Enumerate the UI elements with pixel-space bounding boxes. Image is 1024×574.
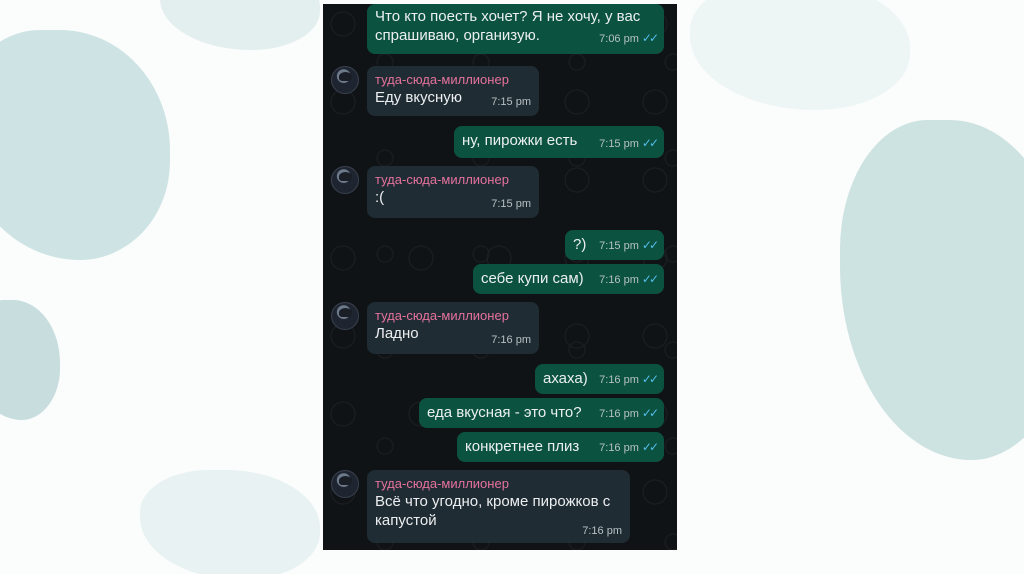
message-text: себе купи сам)	[481, 270, 584, 287]
message-time: 7:06 pm	[599, 33, 639, 45]
double-check-icon: ✓✓	[641, 440, 659, 454]
background-paint-left-lower	[0, 300, 60, 420]
sender-avatar[interactable]	[331, 302, 359, 330]
message-incoming[interactable]: туда-сюда-миллионер :( 7:15 pm	[367, 166, 539, 218]
message-text: :(	[375, 189, 385, 206]
message-outgoing[interactable]: ахаха) 7:16 pm ✓✓	[535, 364, 664, 394]
message-text: Всё что угодно, кроме пирожков с капусто…	[375, 493, 611, 529]
background-paint-left-top	[160, 0, 320, 50]
sender-avatar[interactable]	[331, 166, 359, 194]
message-text: ахаха)	[543, 370, 588, 387]
message-time: 7:15 pm	[491, 96, 531, 108]
double-check-icon: ✓✓	[641, 272, 659, 286]
message-time: 7:15 pm	[599, 240, 639, 252]
sender-name[interactable]: туда-сюда-миллионер	[375, 307, 531, 324]
double-check-icon: ✓✓	[641, 406, 659, 420]
sender-name[interactable]: туда-сюда-миллионер	[375, 475, 622, 492]
double-check-icon: ✓✓	[641, 31, 659, 45]
message-outgoing[interactable]: себе купи сам) 7:16 pm ✓✓	[473, 264, 664, 294]
message-text: еда вкусная - это что?	[427, 404, 582, 421]
background-paint-right	[840, 120, 1024, 460]
sender-avatar[interactable]	[331, 66, 359, 94]
message-meta: 7:16 pm ✓✓	[599, 370, 659, 390]
message-text: ?)	[573, 236, 587, 253]
double-check-icon: ✓✓	[641, 136, 659, 150]
message-meta: 7:15 pm ✓✓	[599, 134, 659, 154]
background-paint-right-top	[690, 0, 910, 110]
double-check-icon: ✓✓	[641, 238, 659, 252]
message-text: Еду вкусную	[375, 89, 462, 106]
message-incoming[interactable]: туда-сюда-миллионер Еду вкусную 7:15 pm	[367, 66, 539, 116]
sender-name[interactable]: туда-сюда-миллионер	[375, 71, 531, 88]
message-time: 7:15 pm	[491, 198, 531, 210]
background-paint-bottom	[140, 470, 320, 574]
message-outgoing[interactable]: ну, пирожки есть 7:15 pm ✓✓	[454, 126, 664, 158]
background-paint-left	[0, 30, 170, 260]
message-time: 7:16 pm	[599, 374, 639, 386]
message-outgoing[interactable]: Что кто поесть хочет? Я не хочу, у вас с…	[367, 4, 664, 54]
message-outgoing[interactable]: ?) 7:15 pm ✓✓	[565, 230, 664, 260]
message-time: 7:16 pm	[599, 442, 639, 454]
sender-name[interactable]: туда-сюда-миллионер	[375, 171, 531, 188]
chat-screenshot: Что кто поесть хочет? Я не хочу, у вас с…	[323, 4, 677, 550]
message-time: 7:16 pm	[582, 525, 622, 537]
sender-avatar[interactable]	[331, 470, 359, 498]
message-outgoing[interactable]: конкретнее плиз 7:16 pm ✓✓	[457, 432, 664, 462]
message-incoming[interactable]: туда-сюда-миллионер Ладно 7:16 pm	[367, 302, 539, 354]
message-meta: 7:16 pm ✓✓	[599, 438, 659, 458]
message-meta: 7:16 pm ✓✓	[599, 270, 659, 290]
message-meta: 7:06 pm ✓✓	[599, 29, 659, 49]
message-text: ну, пирожки есть	[462, 132, 578, 149]
message-meta: 7:16 pm ✓✓	[599, 404, 659, 424]
message-time: 7:16 pm	[599, 408, 639, 420]
message-outgoing[interactable]: еда вкусная - это что? 7:16 pm ✓✓	[419, 398, 664, 428]
message-text: конкретнее плиз	[465, 438, 580, 455]
message-time: 7:15 pm	[599, 138, 639, 150]
message-time: 7:16 pm	[491, 334, 531, 346]
message-text: Ладно	[375, 325, 419, 342]
message-meta: 7:15 pm ✓✓	[599, 236, 659, 256]
double-check-icon: ✓✓	[641, 372, 659, 386]
message-time: 7:16 pm	[599, 274, 639, 286]
message-incoming[interactable]: туда-сюда-миллионер Всё что угодно, кром…	[367, 470, 630, 543]
